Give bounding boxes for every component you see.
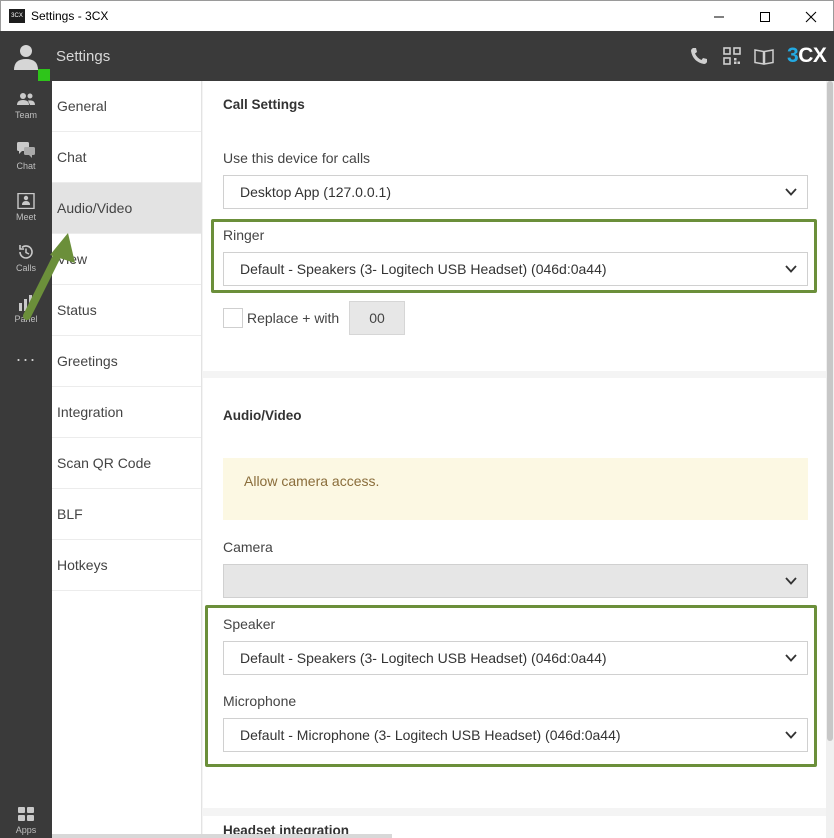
- scrollbar-thumb[interactable]: [827, 81, 833, 741]
- rail-label: Apps: [15, 825, 37, 835]
- audio-video-card: Audio/Video Allow camera access. Camera …: [203, 378, 827, 808]
- settings-nav: General Chat Audio/Video View Status Gre…: [52, 81, 202, 838]
- microphone-label: Microphone: [223, 693, 297, 709]
- rail-label: Chat: [16, 161, 36, 171]
- camera-select[interactable]: [223, 564, 808, 598]
- device-select[interactable]: Desktop App (127.0.0.1): [223, 175, 808, 209]
- rail-label: Team: [14, 110, 37, 120]
- settings-content: Call Settings Use this device for calls …: [202, 81, 834, 838]
- presence-status-badge: [38, 69, 50, 81]
- ringer-select-value: Default - Speakers (3- Logitech USB Head…: [240, 261, 607, 277]
- window-title: Settings - 3CX: [31, 9, 109, 23]
- rail-label: Meet: [15, 212, 36, 222]
- 3cx-logo: 3CX: [787, 44, 827, 67]
- settings-nav-scan-qr-code[interactable]: Scan QR Code: [52, 438, 201, 489]
- rail-item-calls[interactable]: Calls: [0, 234, 52, 284]
- page-title: Settings: [56, 48, 111, 65]
- settings-nav-chat[interactable]: Chat: [52, 132, 201, 183]
- minimize-icon: [714, 16, 724, 18]
- chevron-down-icon: [785, 577, 797, 585]
- replace-plus-checkbox[interactable]: [223, 308, 243, 328]
- app-header: Settings 3CX: [0, 31, 834, 81]
- settings-nav-blf[interactable]: BLF: [52, 489, 201, 540]
- maximize-button[interactable]: [742, 1, 788, 32]
- close-icon: [805, 11, 817, 23]
- bottom-edge: [52, 834, 392, 838]
- qr-code-icon[interactable]: [722, 46, 742, 66]
- rail-item-team[interactable]: Team: [0, 81, 52, 131]
- settings-nav-general[interactable]: General: [52, 81, 201, 132]
- settings-nav-greetings[interactable]: Greetings: [52, 336, 201, 387]
- audio-video-title: Audio/Video: [223, 408, 302, 423]
- close-button[interactable]: [788, 1, 834, 32]
- app-icon: 3CX: [9, 9, 25, 23]
- microphone-select-value: Default - Microphone (3- Logitech USB He…: [240, 727, 621, 743]
- replace-prefix-input[interactable]: 00: [349, 301, 405, 335]
- calls-icon: [19, 245, 33, 259]
- chevron-down-icon: [785, 654, 797, 662]
- chevron-down-icon: [785, 188, 797, 196]
- rail-label: Panel: [14, 314, 38, 324]
- ringer-select[interactable]: Default - Speakers (3- Logitech USB Head…: [223, 252, 808, 286]
- camera-label: Camera: [223, 539, 273, 555]
- phone-icon[interactable]: [689, 46, 709, 66]
- speaker-select-value: Default - Speakers (3- Logitech USB Head…: [240, 650, 607, 666]
- device-select-value: Desktop App (127.0.0.1): [240, 184, 391, 200]
- book-icon[interactable]: [754, 46, 774, 66]
- settings-nav-integration[interactable]: Integration: [52, 387, 201, 438]
- call-settings-title: Call Settings: [223, 97, 305, 112]
- settings-nav-view[interactable]: View: [52, 234, 201, 285]
- settings-nav-status[interactable]: Status: [52, 285, 201, 336]
- rail-item-meet[interactable]: Meet: [0, 183, 52, 233]
- ringer-label: Ringer: [223, 227, 265, 243]
- panel-icon: [19, 295, 32, 311]
- apps-icon: [18, 807, 34, 821]
- avatar-icon[interactable]: [14, 43, 38, 71]
- chat-icon: [17, 142, 35, 158]
- device-label: Use this device for calls: [223, 150, 371, 166]
- settings-nav-audio-video[interactable]: Audio/Video: [52, 183, 201, 234]
- meet-icon: [17, 193, 35, 209]
- content-scrollbar[interactable]: [826, 81, 834, 838]
- camera-access-notice: Allow camera access.: [223, 458, 808, 520]
- call-settings-card: Call Settings Use this device for calls …: [203, 81, 827, 371]
- window-titlebar: 3CX Settings - 3CX: [0, 0, 834, 31]
- speaker-select[interactable]: Default - Speakers (3- Logitech USB Head…: [223, 641, 808, 675]
- app-rail: Team Chat Meet Calls Panel ··· Apps: [0, 81, 52, 838]
- speaker-label: Speaker: [223, 616, 276, 632]
- rail-item-panel[interactable]: Panel: [0, 285, 52, 335]
- rail-item-apps[interactable]: Apps: [0, 796, 52, 838]
- team-icon: [17, 93, 35, 105]
- maximize-icon: [760, 12, 770, 22]
- rail-label: Calls: [15, 263, 36, 273]
- microphone-select[interactable]: Default - Microphone (3- Logitech USB He…: [223, 718, 808, 752]
- chevron-down-icon: [785, 731, 797, 739]
- settings-nav-hotkeys[interactable]: Hotkeys: [52, 540, 201, 591]
- replace-plus-label: Replace + with: [247, 310, 340, 326]
- minimize-button[interactable]: [696, 1, 742, 32]
- rail-item-chat[interactable]: Chat: [0, 132, 52, 182]
- chevron-down-icon: [785, 265, 797, 273]
- more-icon[interactable]: ···: [0, 349, 52, 370]
